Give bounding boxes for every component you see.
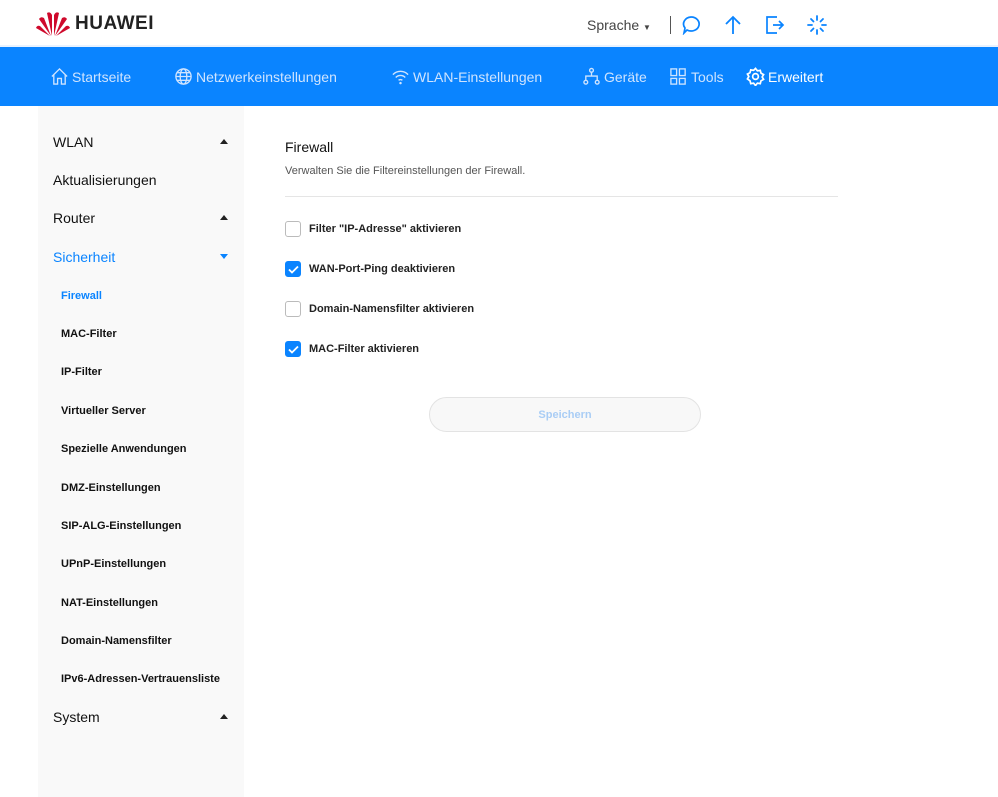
nav-erweitert[interactable]: Erweitert xyxy=(746,67,823,86)
option-label: MAC-Filter aktivieren xyxy=(309,343,420,355)
option-label: WAN-Port-Ping deaktivieren xyxy=(309,263,456,275)
wifi-icon xyxy=(392,70,409,85)
gear-icon xyxy=(746,67,765,86)
brand-name: HUAWEI xyxy=(75,13,154,34)
sidebar-label: Aktualisierungen xyxy=(53,172,157,188)
sidebar-subitem-upnp[interactable]: UPnP-Einstellungen xyxy=(61,558,166,570)
sidebar-item-router[interactable]: Router xyxy=(53,210,228,226)
sidebar-label: WLAN xyxy=(53,134,94,150)
sidebar-subitem-ip-filter[interactable]: IP-Filter xyxy=(61,366,102,378)
sidebar-item-sicherheit[interactable]: Sicherheit xyxy=(53,249,228,265)
sidebar-item-aktualisierungen[interactable]: Aktualisierungen xyxy=(53,172,228,188)
huawei-flower-icon xyxy=(36,12,70,37)
nav-label: WLAN-Einstellungen xyxy=(413,68,543,85)
option-label: Filter "IP-Adresse" aktivieren xyxy=(309,223,462,235)
nav-label: Tools xyxy=(691,68,724,85)
loading-icon xyxy=(807,15,827,35)
nav-startseite[interactable]: Startseite xyxy=(50,67,131,86)
checkbox-unchecked[interactable] xyxy=(285,221,301,237)
sidebar-subitem-sip-alg[interactable]: SIP-ALG-Einstellungen xyxy=(61,520,181,532)
sidebar: WLAN Aktualisierungen Router Sicherheit … xyxy=(38,106,244,797)
huawei-logo: HUAWEI xyxy=(36,11,154,37)
nav-label: Geräte xyxy=(604,68,647,85)
main-nav: Startseite Netzwerkeinstellungen WLAN-Ei… xyxy=(0,45,998,106)
nav-tools[interactable]: Tools xyxy=(669,67,724,86)
sidebar-subitem-domain-namensfilter[interactable]: Domain-Namensfilter xyxy=(61,635,172,647)
page-description: Verwalten Sie die Filtereinstellungen de… xyxy=(285,165,526,177)
grid-icon xyxy=(670,68,686,85)
globe-icon xyxy=(175,68,192,85)
nav-geraete[interactable]: Geräte xyxy=(582,67,647,86)
nav-wlan-einstellungen[interactable]: WLAN-Einstellungen xyxy=(391,67,542,86)
language-label: Sprache xyxy=(587,17,640,33)
nav-label: Netzwerkeinstellungen xyxy=(196,68,337,85)
sidebar-subitem-dmz[interactable]: DMZ-Einstellungen xyxy=(61,482,161,494)
caret-down-icon xyxy=(220,254,228,259)
option-ip-filter[interactable]: Filter "IP-Adresse" aktivieren xyxy=(285,221,461,237)
devices-icon xyxy=(583,67,600,85)
chat-icon[interactable] xyxy=(681,15,701,35)
caret-down-icon: ▼ xyxy=(643,23,651,32)
sidebar-item-wlan[interactable]: WLAN xyxy=(53,134,228,150)
top-bar: HUAWEI Sprache ▼ xyxy=(0,0,998,45)
option-domain-filter[interactable]: Domain-Namensfilter aktivieren xyxy=(285,301,474,317)
logout-icon[interactable] xyxy=(765,15,785,35)
checkbox-checked[interactable] xyxy=(285,341,301,357)
checkmark-icon xyxy=(287,265,299,274)
sidebar-label: Sicherheit xyxy=(53,249,116,265)
language-dropdown[interactable]: Sprache ▼ xyxy=(587,17,651,33)
caret-up-icon xyxy=(220,139,228,144)
sidebar-subitem-mac-filter[interactable]: MAC-Filter xyxy=(61,328,117,340)
caret-up-icon xyxy=(220,714,228,719)
sidebar-label: Router xyxy=(53,210,96,226)
nav-label: Erweitert xyxy=(768,68,824,85)
nav-label: Startseite xyxy=(72,68,132,85)
option-wan-ping[interactable]: WAN-Port-Ping deaktivieren xyxy=(285,261,455,277)
option-mac-filter[interactable]: MAC-Filter aktivieren xyxy=(285,341,419,357)
option-label: Domain-Namensfilter aktivieren xyxy=(309,303,475,315)
checkbox-checked[interactable] xyxy=(285,261,301,277)
divider xyxy=(670,16,671,34)
sidebar-subitem-firewall[interactable]: Firewall xyxy=(61,290,102,302)
sidebar-subitem-virtueller-server[interactable]: Virtueller Server xyxy=(61,405,146,417)
checkbox-unchecked[interactable] xyxy=(285,301,301,317)
sidebar-item-system[interactable]: System xyxy=(53,709,228,725)
sidebar-subitem-nat[interactable]: NAT-Einstellungen xyxy=(61,597,158,609)
divider xyxy=(285,196,838,197)
sidebar-subitem-ipv6-vertrauensliste[interactable]: IPv6-Adressen-Vertrauensliste xyxy=(61,673,220,685)
sidebar-subitem-spezielle-anwendungen[interactable]: Spezielle Anwendungen xyxy=(61,443,187,455)
checkmark-icon xyxy=(287,345,299,354)
page-title: Firewall xyxy=(285,139,334,155)
home-icon xyxy=(51,67,68,85)
nav-netzwerkeinstellungen[interactable]: Netzwerkeinstellungen xyxy=(174,67,337,86)
sidebar-label: System xyxy=(53,709,100,725)
caret-up-icon xyxy=(220,215,228,220)
save-button[interactable]: Speichern xyxy=(429,397,701,432)
upload-arrow-icon[interactable] xyxy=(723,15,743,35)
